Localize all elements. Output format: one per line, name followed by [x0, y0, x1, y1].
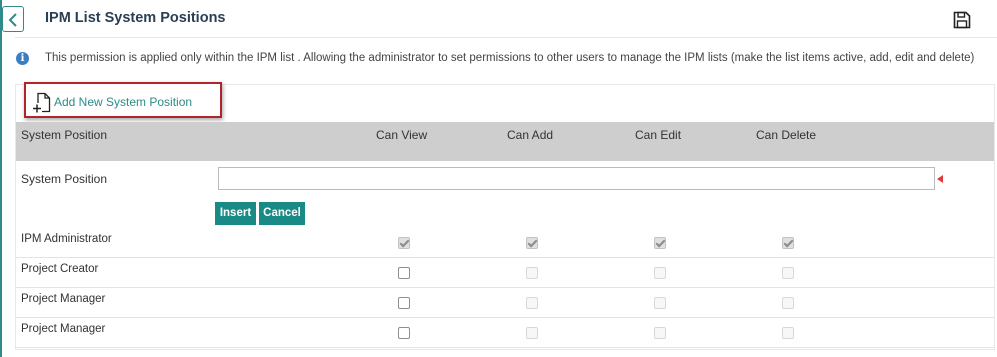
can-view-checkbox[interactable] — [398, 297, 410, 309]
can-delete-checkbox — [782, 297, 794, 309]
system-position-label: System Position — [21, 172, 108, 186]
back-button[interactable] — [2, 6, 24, 32]
system-position-input[interactable] — [218, 167, 935, 190]
column-header-system-position: System Position — [21, 128, 108, 142]
system-position-name: Project Manager — [21, 293, 106, 305]
column-header-can-view: Can View — [376, 128, 428, 142]
column-header-can-edit: Can Edit — [635, 128, 682, 142]
can-edit-checkbox — [654, 297, 666, 309]
can-add-checkbox — [526, 297, 538, 309]
info-text: This permission is applied only within t… — [45, 52, 975, 64]
can-edit-checkbox — [654, 267, 666, 279]
system-position-name: IPM Administrator — [21, 233, 112, 245]
table-row: Project Creator — [16, 258, 994, 288]
can-edit-checkbox — [654, 327, 666, 339]
info-icon: i — [16, 52, 29, 65]
add-new-system-position-label: Add New System Position — [54, 95, 193, 109]
can-delete-checkbox — [782, 327, 794, 339]
add-new-system-position-button[interactable]: Add New System Position — [24, 82, 222, 118]
can-delete-checkbox — [782, 267, 794, 279]
table-row: Project Manager — [16, 288, 994, 318]
add-document-icon — [32, 92, 51, 113]
insert-button[interactable]: Insert — [215, 202, 256, 225]
table-header: System Position Can View Can Add Can Edi… — [16, 122, 994, 161]
can-edit-checkbox — [654, 237, 666, 249]
can-add-checkbox — [526, 327, 538, 339]
page-title: IPM List System Positions — [45, 10, 226, 26]
system-position-name: Project Creator — [21, 263, 99, 275]
chevron-left-icon — [8, 13, 17, 27]
column-header-can-delete: Can Delete — [756, 128, 817, 142]
can-view-checkbox[interactable] — [398, 267, 410, 279]
system-position-name: Project Manager — [21, 323, 106, 335]
header-divider — [15, 37, 997, 38]
required-indicator — [937, 175, 943, 183]
floppy-disk-icon — [953, 11, 971, 29]
cancel-button[interactable]: Cancel — [259, 202, 305, 225]
table-row: Project Manager — [16, 318, 994, 348]
table-row: IPM Administrator — [16, 228, 994, 258]
can-add-checkbox — [526, 237, 538, 249]
save-button[interactable] — [953, 11, 971, 34]
can-view-checkbox[interactable] — [398, 327, 410, 339]
column-header-can-add: Can Add — [507, 128, 554, 142]
can-view-checkbox — [398, 237, 410, 249]
can-delete-checkbox — [782, 237, 794, 249]
can-add-checkbox — [526, 267, 538, 279]
left-rail — [0, 0, 2, 357]
